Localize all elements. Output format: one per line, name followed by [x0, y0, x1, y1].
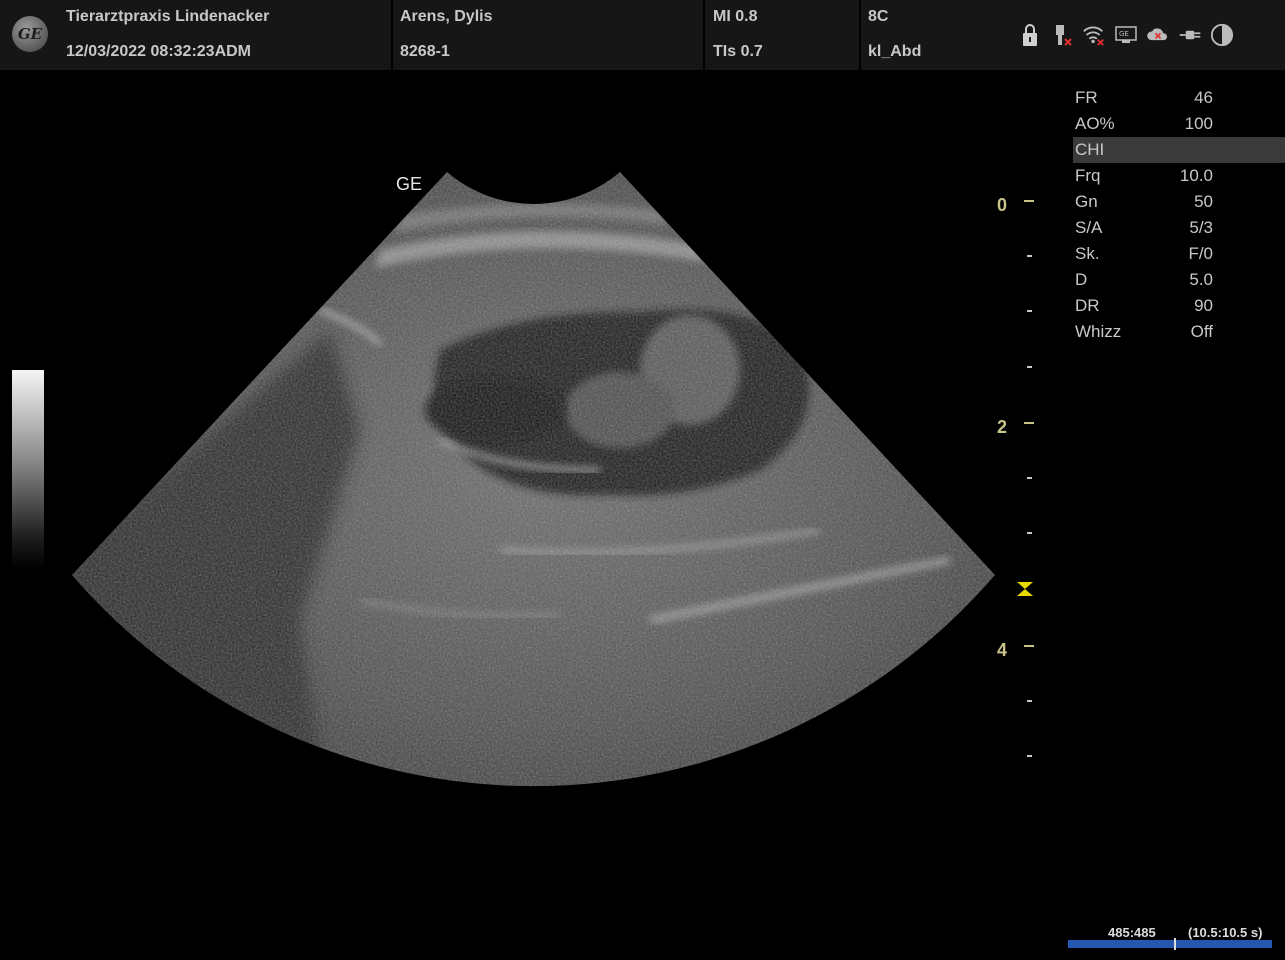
depth-tick: [1027, 310, 1032, 312]
clinic-name: Tierarztpraxis Lindenacker: [66, 8, 270, 25]
param-row-sk: Sk. F/0: [1075, 244, 1213, 263]
cine-time: (10.5:10.5 s): [1188, 925, 1263, 940]
contrast-icon[interactable]: [1210, 21, 1234, 49]
patient-id[interactable]: 8268-1: [400, 43, 450, 61]
mi-index: MI 0.8: [713, 8, 758, 25]
cloud-icon[interactable]: [1146, 21, 1170, 49]
svg-text:GE: GE: [1119, 30, 1129, 38]
header-divider: [859, 0, 861, 70]
orientation-marker: GE: [396, 174, 423, 194]
cine-position-marker[interactable]: [1174, 938, 1176, 950]
plug-icon[interactable]: [1178, 21, 1202, 49]
header-divider: [703, 0, 705, 70]
focus-marker-icon[interactable]: [1016, 581, 1034, 597]
param-row-frq: Frq 10.0: [1075, 166, 1213, 185]
ge-logo: GE: [12, 16, 48, 52]
header-divider: [391, 0, 393, 70]
depth-tick: [1027, 700, 1032, 702]
depth-label: 4: [997, 640, 1008, 660]
depth-tick-major: [1024, 645, 1034, 647]
preset-name[interactable]: kl_Abd: [868, 43, 921, 61]
depth-tick-major: [1024, 422, 1034, 424]
param-row-ao: AO% 100: [1075, 114, 1213, 133]
depth-tick: [1027, 532, 1032, 534]
parameter-panel: FR 46 AO% 100 CHI Frq 10.0 Gn 50 S/A 5/3 Sk. F…: [1073, 85, 1285, 345]
lock-icon[interactable]: [1018, 21, 1042, 49]
patient-name[interactable]: Arens, Dylis: [400, 8, 492, 26]
param-row-whizz: Whizz Off: [1075, 322, 1213, 341]
param-row-chi: CHI: [1073, 137, 1285, 163]
header-bar: GE Tierarztpraxis Lindenacker 12/03/2022…: [0, 0, 1285, 70]
param-row-gn: Gn 50: [1075, 192, 1213, 211]
param-row-sa: S/A 5/3: [1075, 218, 1213, 237]
tis-index: TIs 0.7: [713, 43, 763, 60]
param-row-d: D 5.0: [1075, 270, 1213, 289]
cine-frame-counter: 485:485: [1108, 925, 1156, 940]
depth-tick-major: [1024, 200, 1034, 202]
probe-name[interactable]: 8C: [868, 8, 888, 26]
exam-datetime: 12/03/2022 08:32:23ADM: [66, 43, 252, 60]
wifi-icon[interactable]: [1082, 21, 1106, 49]
param-row-dr: DR 90: [1075, 296, 1213, 315]
depth-tick: [1027, 366, 1032, 368]
cine-progress-bar[interactable]: [1068, 940, 1272, 948]
depth-tick: [1027, 255, 1032, 257]
depth-label: 2: [997, 417, 1008, 437]
usb-icon[interactable]: [1050, 21, 1074, 49]
depth-tick: [1027, 755, 1032, 757]
depth-tick: [1027, 477, 1032, 479]
depth-label: 0: [997, 195, 1008, 215]
status-icons: GE: [1018, 20, 1234, 50]
ultrasound-image[interactable]: [0, 70, 1060, 790]
param-row-fr: FR 46: [1075, 88, 1213, 107]
network-icon[interactable]: GE: [1114, 21, 1138, 49]
